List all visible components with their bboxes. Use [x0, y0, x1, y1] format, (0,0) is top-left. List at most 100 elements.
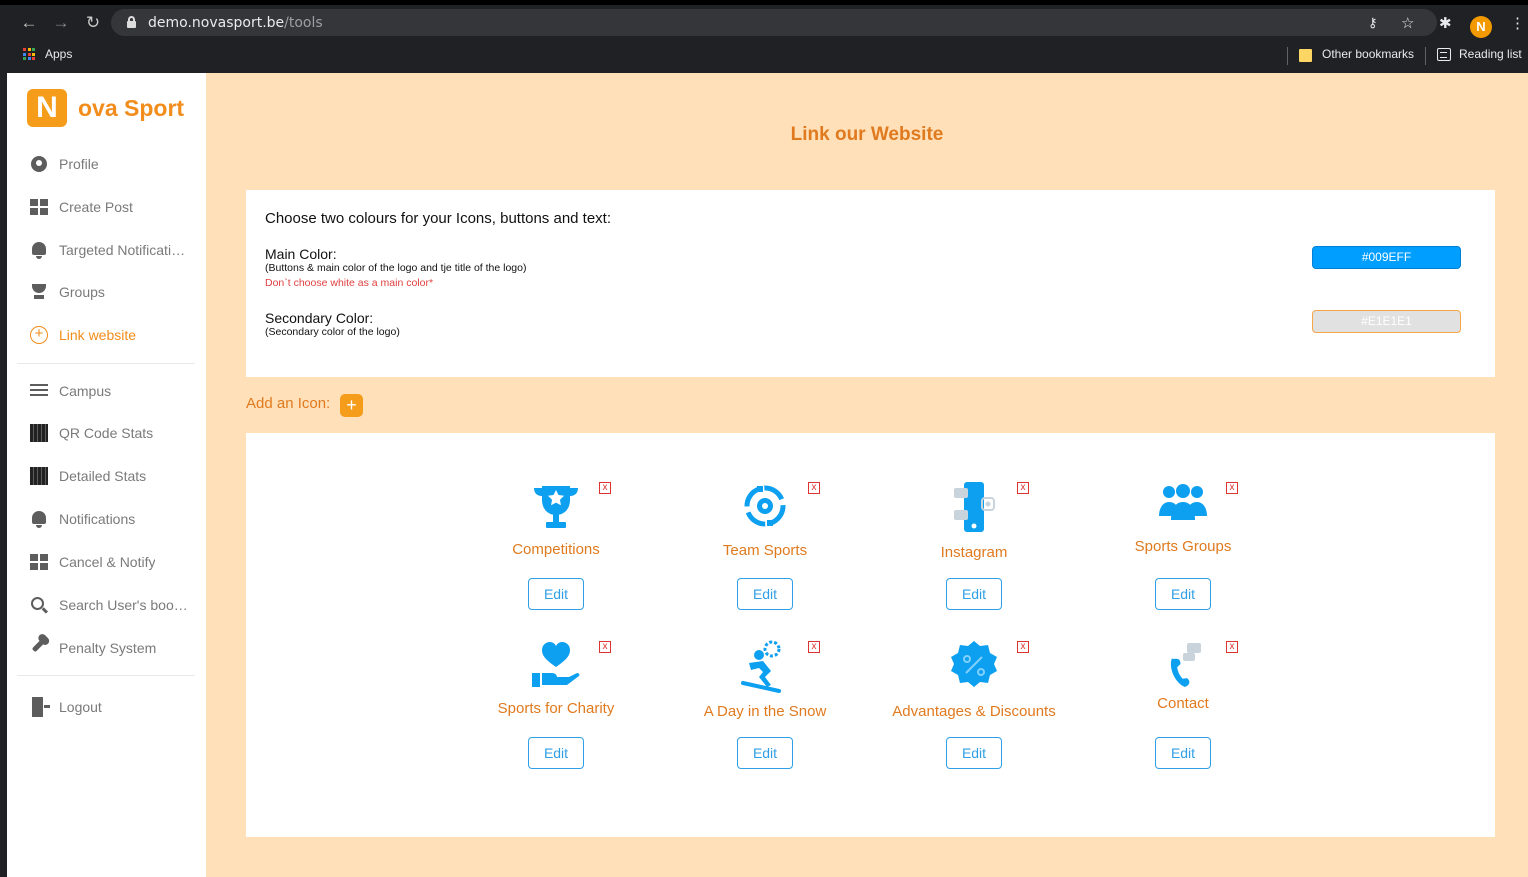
- edit-icon-button[interactable]: Edit: [528, 737, 584, 769]
- reading-list-icon[interactable]: [1437, 48, 1451, 61]
- icon-label: Sports Groups: [1134, 538, 1232, 555]
- icon-label: Sports for Charity: [497, 700, 615, 717]
- icon-tile: x Sports Groups Edit: [1093, 480, 1273, 620]
- contact-phone-icon: [1170, 643, 1201, 687]
- menu-icon[interactable]: ⋮: [1510, 14, 1525, 32]
- main-color-warning: Don`t choose white as a main color*: [265, 277, 434, 289]
- sidebar-item-create-post[interactable]: Create Post: [29, 195, 199, 219]
- bell-icon: [29, 509, 49, 529]
- trophy-icon: [29, 282, 49, 302]
- sidebar-item-penalty-system[interactable]: Penalty System: [29, 636, 199, 660]
- icon-tile: x Team Sports Edit: [675, 480, 855, 620]
- sidebar-item-notifications[interactable]: Notifications: [29, 507, 199, 531]
- sidebar-item-targeted-notifications[interactable]: Targeted Notifications: [29, 238, 199, 262]
- icon-label: Contact: [1157, 695, 1209, 712]
- reading-list[interactable]: Reading list: [1459, 47, 1522, 61]
- icon-tile: x Instagram Edit: [884, 480, 1064, 620]
- team-cycle-icon: [744, 485, 786, 527]
- color-settings-panel: Choose two colours for your Icons, butto…: [246, 190, 1495, 377]
- bookmarks-bar: Apps Other bookmarks Reading list: [7, 41, 1528, 73]
- remove-icon-button[interactable]: x: [599, 482, 611, 494]
- secondary-color-help: (Secondary color of the logo): [265, 326, 400, 338]
- logo-text[interactable]: ova Sport: [78, 95, 184, 122]
- folder-icon[interactable]: [1299, 49, 1312, 62]
- grid-icon: [29, 552, 49, 572]
- bookmark-separator: [1287, 47, 1288, 65]
- icon-label: Team Sports: [722, 542, 808, 559]
- forward-icon[interactable]: →: [51, 13, 71, 33]
- main-content: Link our Website Choose two colours for …: [206, 73, 1528, 877]
- colors-heading: Choose two colours for your Icons, butto…: [265, 210, 612, 227]
- reload-icon[interactable]: ↻: [83, 13, 103, 33]
- key-icon[interactable]: ⚷: [1368, 15, 1378, 31]
- remove-icon-button[interactable]: x: [1017, 641, 1029, 653]
- bookmark-separator: [1425, 47, 1426, 65]
- add-circle-icon: +: [29, 325, 49, 345]
- edit-icon-button[interactable]: Edit: [1155, 578, 1211, 610]
- remove-icon-button[interactable]: x: [599, 641, 611, 653]
- remove-icon-button[interactable]: x: [1226, 482, 1238, 494]
- edit-icon-button[interactable]: Edit: [737, 578, 793, 610]
- qr-icon: [29, 466, 49, 486]
- sidebar-item-campus[interactable]: Campus: [29, 379, 199, 403]
- skier-icon: [741, 640, 781, 693]
- sidebar-item-detailed-stats[interactable]: Detailed Stats: [29, 464, 199, 488]
- group-icon: [1159, 484, 1207, 520]
- profile-avatar[interactable]: N: [1470, 16, 1492, 38]
- main-color-input[interactable]: #009EFF: [1312, 246, 1461, 269]
- sidebar-divider: [17, 675, 195, 676]
- remove-icon-button[interactable]: x: [808, 482, 820, 494]
- profile-icon: [29, 154, 49, 174]
- grid-icon: [29, 197, 49, 217]
- icon-tile: x Sports for Charity Edit: [466, 639, 646, 779]
- icon-tile: x A Day in the Snow Edit: [675, 639, 855, 779]
- icon-label: Advantages & Discounts: [892, 703, 1056, 720]
- main-color-help: (Buttons & main color of the logo and tj…: [265, 262, 527, 274]
- sidebar-item-search-bookings[interactable]: Search User's bookings: [29, 593, 199, 617]
- wrench-icon: [29, 636, 49, 658]
- icon-label: Competitions: [512, 541, 600, 558]
- trophy-icon: [534, 486, 578, 528]
- sidebar-item-logout[interactable]: Logout: [29, 695, 199, 719]
- edit-icon-button[interactable]: Edit: [946, 737, 1002, 769]
- logout-icon: [29, 697, 50, 717]
- secondary-color-input[interactable]: #E1E1E1: [1312, 310, 1461, 333]
- bell-icon: [29, 240, 49, 260]
- logo-mark[interactable]: N: [27, 89, 67, 127]
- sidebar-item-groups[interactable]: Groups: [29, 280, 199, 304]
- lock-icon[interactable]: [127, 16, 136, 28]
- star-icon[interactable]: ☆: [1401, 14, 1414, 32]
- back-icon[interactable]: ←: [19, 13, 39, 33]
- discount-badge-icon: [951, 641, 997, 687]
- edit-icon-button[interactable]: Edit: [946, 578, 1002, 610]
- add-icon-label: Add an Icon:: [246, 395, 331, 412]
- sidebar-item-link-website[interactable]: + Link website: [29, 323, 199, 347]
- sidebar-item-qr-code-stats[interactable]: QR Code Stats: [29, 421, 199, 445]
- main-color-label: Main Color:: [265, 246, 337, 262]
- extensions-icon[interactable]: ✱: [1439, 14, 1452, 32]
- sidebar: N ova Sport Profile Create Post Targeted…: [7, 73, 206, 877]
- search-icon: [29, 595, 49, 615]
- remove-icon-button[interactable]: x: [1017, 482, 1029, 494]
- other-bookmarks[interactable]: Other bookmarks: [1322, 47, 1414, 61]
- icon-tile: x Advantages & Discounts Edit: [884, 639, 1064, 779]
- icon-tile: x Competitions Edit: [466, 480, 646, 620]
- sidebar-item-cancel-notify[interactable]: Cancel & Notify: [29, 550, 199, 574]
- remove-icon-button[interactable]: x: [808, 641, 820, 653]
- remove-icon-button[interactable]: x: [1226, 641, 1238, 653]
- sidebar-item-profile[interactable]: Profile: [29, 152, 199, 176]
- address-bar-row: ← → ↻ demo.novasport.be/tools ⚷ ☆ ✱ N ⋮: [7, 5, 1528, 41]
- list-icon: [29, 381, 49, 401]
- edit-icon-button[interactable]: Edit: [528, 578, 584, 610]
- icon-tile: x Contact Edit: [1093, 639, 1273, 779]
- add-icon-button[interactable]: +: [340, 394, 363, 417]
- apps-bookmark[interactable]: Apps: [45, 47, 72, 61]
- edit-icon-button[interactable]: Edit: [1155, 737, 1211, 769]
- apps-icon[interactable]: [23, 48, 35, 60]
- icons-panel: x Competitions Edit x Team Sports Edit x…: [246, 433, 1495, 837]
- edit-icon-button[interactable]: Edit: [737, 737, 793, 769]
- icon-label: A Day in the Snow: [703, 703, 827, 720]
- icon-label: Instagram: [940, 544, 1008, 561]
- window-edge: [0, 0, 7, 877]
- url-text[interactable]: demo.novasport.be/tools: [148, 15, 323, 31]
